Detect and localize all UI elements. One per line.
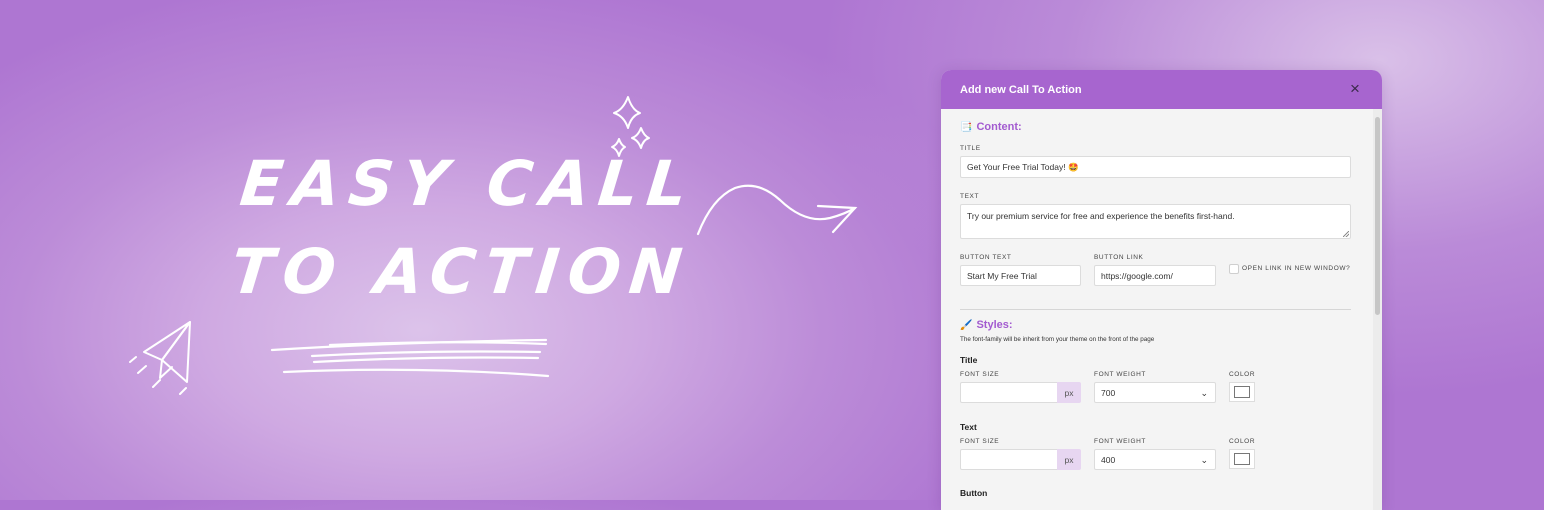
styles-note: The font-family will be inherit from you… (960, 336, 1155, 343)
new-window-checkbox[interactable] (1229, 264, 1239, 274)
text-textarea-value: Try our premium service for free and exp… (967, 211, 1235, 221)
title-font-weight-select[interactable]: 700 ⌄ (1094, 382, 1216, 403)
title-font-size-label: FONT SIZE (960, 371, 1000, 378)
title-font-size-input[interactable] (960, 382, 1058, 403)
hero-line-2: TO ACTION (227, 235, 695, 308)
styles-heading: 🖌️ Styles: (960, 319, 1013, 331)
title-style-heading: Title (960, 355, 978, 365)
text-style-heading: Text (960, 422, 977, 432)
chevron-down-icon: ⌄ (1200, 454, 1208, 465)
chevron-down-icon: ⌄ (1200, 387, 1208, 398)
modal-header: Add new Call To Action × (941, 70, 1382, 109)
document-icon: 📑 (960, 122, 973, 133)
hero-headline: EASY CALL TO ACTION (227, 140, 700, 316)
text-px-addon: px (1057, 449, 1081, 470)
text-color-picker[interactable] (1229, 449, 1255, 469)
title-color-label: COLOR (1229, 371, 1256, 378)
content-heading-label: Content: (976, 121, 1022, 133)
scribble-underline (270, 338, 550, 378)
text-font-weight-value: 400 (1101, 454, 1116, 465)
scrollbar-thumb[interactable] (1375, 117, 1380, 315)
paper-plane-icon (129, 321, 191, 395)
title-input[interactable]: Get Your Free Trial Today! 🤩 (960, 156, 1351, 178)
button-link-label: BUTTON LINK (1094, 254, 1144, 261)
modal-title: Add new Call To Action (960, 84, 1082, 96)
button-link-value: https://google.com/ (1101, 270, 1173, 281)
button-text-input[interactable]: Start My Free Trial (960, 265, 1081, 286)
button-link-input[interactable]: https://google.com/ (1094, 265, 1216, 286)
text-font-weight-label: FONT WEIGHT (1094, 438, 1146, 445)
text-color-label: COLOR (1229, 438, 1256, 445)
title-color-picker[interactable] (1229, 382, 1255, 402)
modal-scrollbar[interactable] (1373, 109, 1382, 510)
hero-line-1: EASY CALL (236, 147, 700, 220)
resize-handle-icon[interactable] (1343, 231, 1349, 237)
styles-heading-label: Styles: (976, 319, 1013, 331)
button-style-heading: Button (960, 488, 988, 498)
button-text-value: Start My Free Trial (967, 270, 1037, 281)
add-cta-modal: Add new Call To Action × 📑 Content: TITLE… (941, 70, 1382, 510)
content-heading: 📑 Content: (960, 121, 1022, 133)
title-input-value: Get Your Free Trial Today! 🤩 (967, 161, 1079, 172)
text-font-size-input[interactable] (960, 449, 1058, 470)
arrow-icon (696, 184, 858, 236)
section-divider (960, 309, 1351, 310)
modal-body: 📑 Content: TITLE Get Your Free Trial Toda… (941, 109, 1373, 509)
title-font-weight-label: FONT WEIGHT (1094, 371, 1146, 378)
text-textarea[interactable]: Try our premium service for free and exp… (960, 204, 1351, 239)
text-font-weight-select[interactable]: 400 ⌄ (1094, 449, 1216, 470)
text-label: TEXT (960, 193, 980, 200)
title-font-weight-value: 700 (1101, 387, 1116, 398)
paintbrush-icon: 🖌️ (960, 320, 973, 331)
title-px-addon: px (1057, 382, 1081, 403)
text-font-size-label: FONT SIZE (960, 438, 1000, 445)
title-label: TITLE (960, 145, 981, 152)
button-text-label: BUTTON TEXT (960, 254, 1012, 261)
close-icon[interactable]: × (1346, 80, 1364, 98)
new-window-label: OPEN LINK IN NEW WINDOW? (1242, 265, 1351, 272)
color-swatch-icon (1234, 386, 1250, 398)
color-swatch-icon (1234, 453, 1250, 465)
